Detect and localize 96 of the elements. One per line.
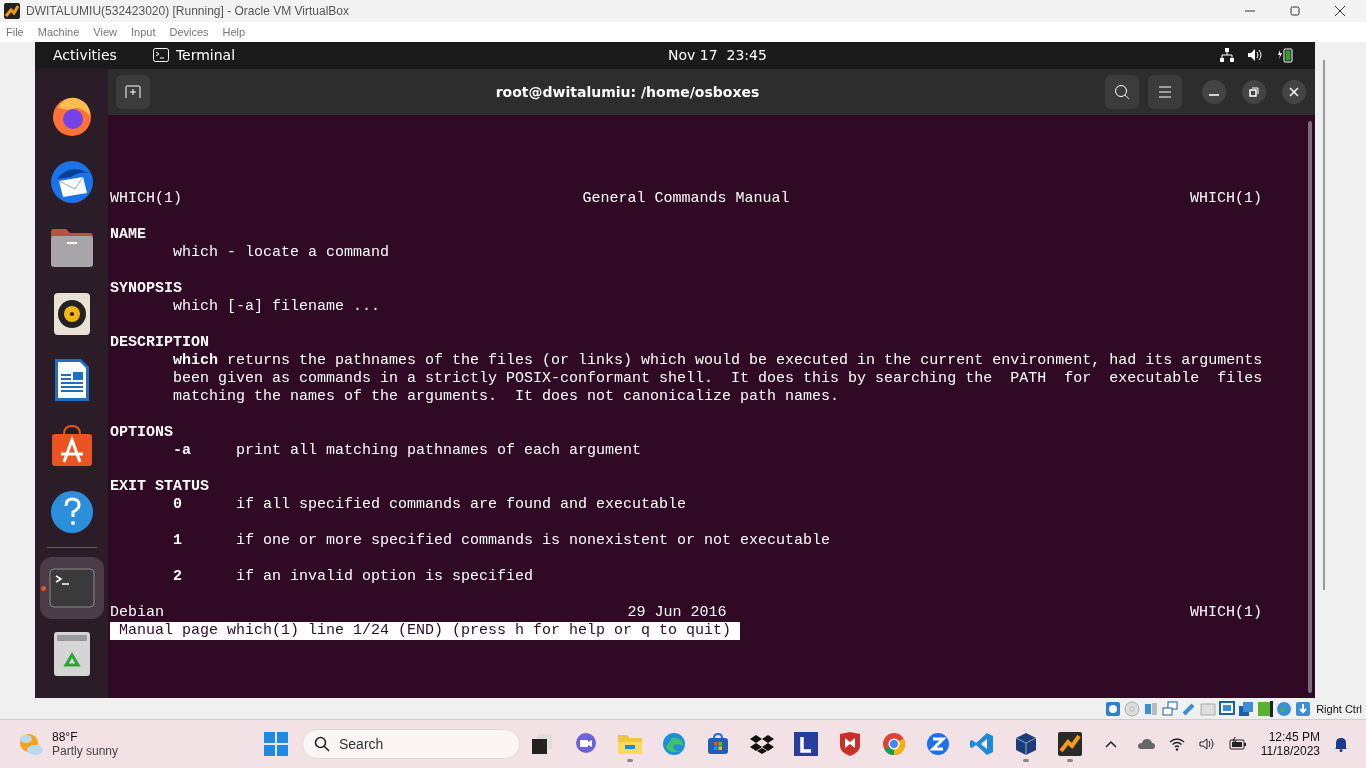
weather-description: Partly sunny xyxy=(52,744,119,758)
section-heading: OPTIONS xyxy=(110,423,174,442)
window-title: DWITALUMIU(532423020) [Running] - Oracle VM VirtualBox xyxy=(26,4,350,18)
option-label: 2 xyxy=(173,567,182,585)
section-heading: SYNOPSIS xyxy=(110,279,183,298)
close-icon xyxy=(1289,86,1299,97)
app-icon xyxy=(4,3,20,19)
video-chat-icon xyxy=(574,732,598,756)
section-heading: EXIT STATUS xyxy=(110,477,211,496)
taskbar-time[interactable]: 12:45 PM xyxy=(1268,730,1320,744)
man-text-line: which returns the pathnames of the files (or links) which would be executed in the current environment, had its arguments xyxy=(173,351,1262,370)
option-description: if one or more specified commands is nonexistent or not executable xyxy=(236,531,831,550)
shopping-bag-icon xyxy=(49,423,94,468)
temperature: 88°F xyxy=(52,730,79,744)
chip-icon[interactable] xyxy=(1257,700,1274,717)
option-label: -a xyxy=(173,441,191,459)
video-call-icon xyxy=(926,732,950,756)
folder-icon xyxy=(49,227,94,268)
terminal-title: root@dwitalumiu: /home/osboxes xyxy=(494,83,761,100)
battery-icon[interactable] xyxy=(1277,47,1293,64)
terminal-icon xyxy=(48,567,95,608)
code-editor-icon xyxy=(970,732,994,756)
close-icon[interactable] xyxy=(1334,5,1346,17)
maximize-icon[interactable] xyxy=(1289,5,1301,17)
task-view-icon xyxy=(530,732,554,756)
battery-icon[interactable] xyxy=(1228,737,1247,751)
man-header-text: WHICH(1) xyxy=(110,189,182,208)
minimize-button[interactable] xyxy=(1202,79,1226,104)
shield-icon xyxy=(839,732,861,756)
option-label: 0 xyxy=(173,495,182,513)
man-header-text: General Commands Manual xyxy=(582,189,790,208)
menu-item[interactable]: Input xyxy=(130,25,156,38)
open-box-icon xyxy=(750,732,774,756)
man-footer-text: 29 Jun 2016 xyxy=(627,603,727,622)
menu-item[interactable]: Help xyxy=(222,25,246,38)
search-icon xyxy=(1114,83,1130,100)
menu-item[interactable]: Devices xyxy=(169,25,209,38)
volume-icon[interactable] xyxy=(1248,48,1263,63)
start-icon[interactable] xyxy=(264,732,288,756)
audio-icon[interactable] xyxy=(1143,700,1160,717)
option-description: if all specified commands are found and executable xyxy=(236,495,687,514)
search-button[interactable] xyxy=(1105,74,1139,109)
host-key-label: Right Ctrl xyxy=(1316,702,1362,715)
section-heading: DESCRIPTION xyxy=(110,333,211,352)
browser-icon xyxy=(882,732,906,756)
search-icon xyxy=(314,736,330,752)
scrollbar[interactable] xyxy=(1323,59,1325,590)
menu-item[interactable]: View xyxy=(93,25,117,38)
close-button[interactable] xyxy=(1282,79,1306,104)
section-heading: NAME xyxy=(110,225,147,244)
taskbar-date[interactable]: 11/18/2023 xyxy=(1260,744,1320,758)
app-menu[interactable]: Terminal xyxy=(175,47,236,64)
clock[interactable]: Nov 17 23:45 xyxy=(668,47,767,64)
menu-button[interactable] xyxy=(1148,74,1182,109)
shopping-bag-icon xyxy=(706,732,730,756)
speaker-icon xyxy=(52,291,91,336)
bell-icon[interactable] xyxy=(1334,736,1348,752)
display-icon[interactable] xyxy=(1219,700,1236,717)
maximize-button[interactable] xyxy=(1242,79,1266,104)
man-text-line: matching the names of the arguments. It does not canonicalize path names. xyxy=(173,387,841,406)
folder-icon xyxy=(617,732,643,756)
scrollbar[interactable] xyxy=(1308,120,1312,693)
network-icon[interactable] xyxy=(1220,48,1234,63)
cube-icon xyxy=(1014,732,1038,756)
help-icon xyxy=(49,489,94,534)
wifi-icon[interactable] xyxy=(1168,737,1185,751)
man-text-line: been given as commands in a strictly POSIX-conformant shell. It does this by searching the PATH for executable files xyxy=(173,369,1262,388)
menu-item[interactable]: Machine xyxy=(37,25,80,38)
new-tab-icon xyxy=(125,84,141,99)
minimize-icon xyxy=(1209,93,1219,96)
activities-button[interactable]: Activities xyxy=(53,47,117,64)
square-app-icon xyxy=(794,732,818,756)
option-description: if an invalid option is specified xyxy=(236,567,534,586)
app-icon xyxy=(1058,732,1082,756)
chevron-up-icon[interactable] xyxy=(1104,740,1117,748)
search-field[interactable]: Search xyxy=(302,729,520,759)
windows-icon[interactable] xyxy=(1238,700,1255,717)
option-label: 1 xyxy=(173,531,182,549)
man-footer-text: Debian xyxy=(110,603,164,622)
man-text-line: which [-a] filename ... xyxy=(173,297,382,316)
document-icon xyxy=(52,356,91,403)
swirl-icon xyxy=(662,732,686,756)
bird-envelope-icon xyxy=(48,158,95,205)
option-description: print all matching pathnames of each argument xyxy=(236,441,642,460)
new-tab-button[interactable] xyxy=(116,74,150,109)
cloud-icon[interactable] xyxy=(1136,738,1155,750)
trash-icon xyxy=(52,630,91,677)
man-footer-text: WHICH(1) xyxy=(1190,603,1262,622)
man-text-line: which - locate a command xyxy=(173,243,391,262)
menu-icon xyxy=(1158,85,1172,98)
man-header-text: WHICH(1) xyxy=(1189,189,1262,208)
restore-icon xyxy=(1249,86,1259,97)
terminal-icon xyxy=(152,48,169,63)
volume-icon[interactable] xyxy=(1198,737,1215,751)
download-icon[interactable] xyxy=(1295,700,1312,717)
menu-item[interactable]: File xyxy=(6,25,24,38)
